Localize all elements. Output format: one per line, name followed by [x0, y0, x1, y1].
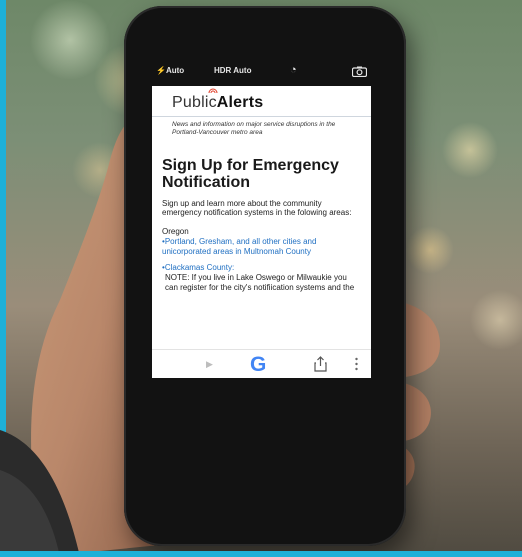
state-label: Oregon [162, 227, 189, 236]
multnomah-link[interactable]: •Portland, Gresham, and all other cities… [162, 237, 357, 257]
timer-icon[interactable]: ◔ [290, 64, 297, 76]
more-options-icon[interactable] [355, 357, 358, 376]
share-icon[interactable] [314, 356, 327, 377]
browser-toolbar: ▶ G [152, 349, 371, 378]
clackamas-link[interactable]: •Clackamas County: [162, 263, 357, 273]
photo-scene: ⚡Auto HDR Auto ◔ PublicAlerts News and i… [0, 0, 522, 557]
hdr-label[interactable]: HDR Auto [214, 66, 251, 75]
page-title: Sign Up for Emergency Notification [162, 157, 339, 191]
phone-screen: PublicAlerts News and information on maj… [152, 86, 371, 378]
site-logo[interactable]: PublicAlerts [172, 94, 263, 112]
flash-control[interactable]: ⚡Auto [156, 66, 184, 75]
google-icon[interactable]: G [250, 353, 266, 377]
camera-flip-icon[interactable] [351, 66, 368, 79]
note-text: NOTE: If you live in Lake Oswego or Milw… [165, 273, 355, 292]
site-tagline: News and information on major service di… [172, 121, 336, 136]
accent-border-bottom [0, 551, 522, 557]
site-header: PublicAlerts [152, 86, 371, 117]
play-icon[interactable]: ▶ [206, 359, 213, 370]
intro-text: Sign up and learn more about the communi… [162, 199, 352, 217]
flash-label: Auto [165, 66, 185, 75]
camera-toolbar: ⚡Auto HDR Auto ◔ [150, 64, 376, 82]
